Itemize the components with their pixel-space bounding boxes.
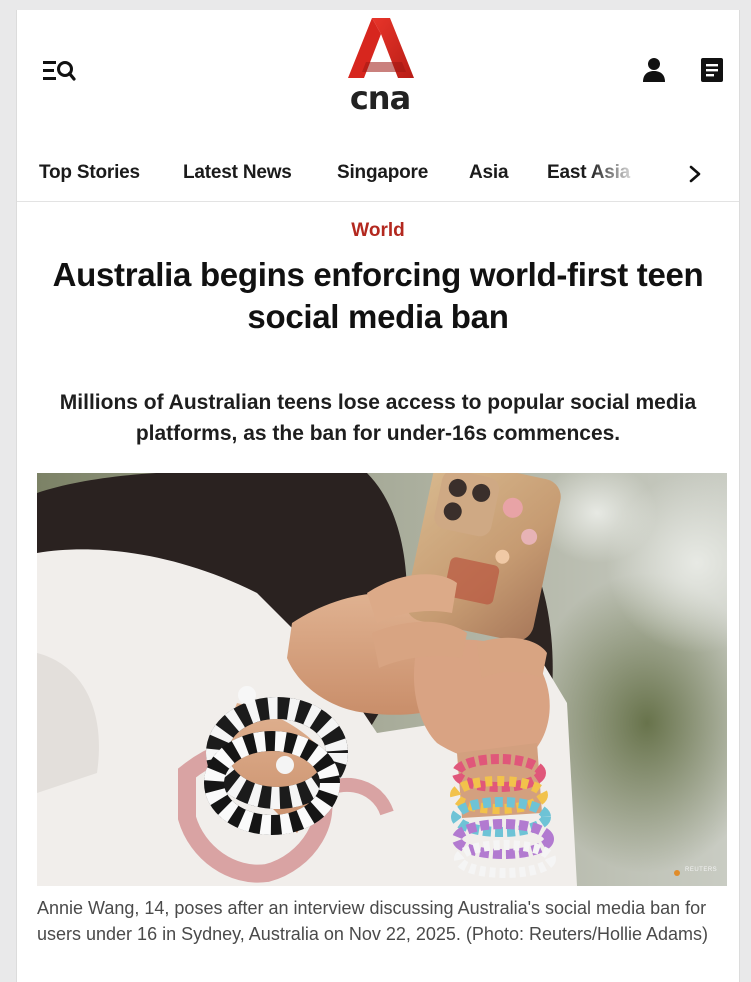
nav-item-asia[interactable]: Asia — [469, 162, 509, 184]
section-nav: Top Stories Latest News Singapore Asia E… — [17, 145, 739, 202]
photo-watermark: REUTERS — [685, 867, 718, 873]
nav-scroll-right-button[interactable] — [677, 159, 713, 189]
article-page: cna Top Stories Latest News Singapore As… — [16, 10, 740, 982]
menu-search-button[interactable] — [39, 54, 79, 88]
cna-logo-mark — [348, 18, 414, 78]
article-headline: Australia begins enforcing world-first t… — [52, 256, 704, 335]
nav-fade-overlay — [589, 145, 649, 199]
user-icon — [643, 58, 665, 82]
article-category-link[interactable]: World — [17, 220, 739, 242]
article-standfirst: Millions of Australian teens lose access… — [59, 391, 697, 445]
nav-item-singapore[interactable]: Singapore — [337, 162, 428, 184]
photo-caption: Annie Wang, 14, poses after an interview… — [37, 898, 709, 944]
photo-teen-holding-smartphone — [37, 473, 727, 886]
account-button[interactable] — [637, 52, 671, 88]
nav-item-top-stories[interactable]: Top Stories — [39, 162, 140, 184]
document-icon — [701, 58, 723, 82]
chevron-right-icon — [689, 165, 701, 183]
cna-logo[interactable]: cna — [344, 16, 416, 117]
site-header: cna — [17, 10, 739, 145]
menu-search-icon — [43, 61, 76, 81]
article-photo[interactable]: REUTERS — [37, 473, 727, 886]
logo-wordmark: cna — [349, 79, 411, 117]
briefing-button[interactable] — [695, 52, 729, 88]
nav-item-latest-news[interactable]: Latest News — [183, 162, 292, 184]
